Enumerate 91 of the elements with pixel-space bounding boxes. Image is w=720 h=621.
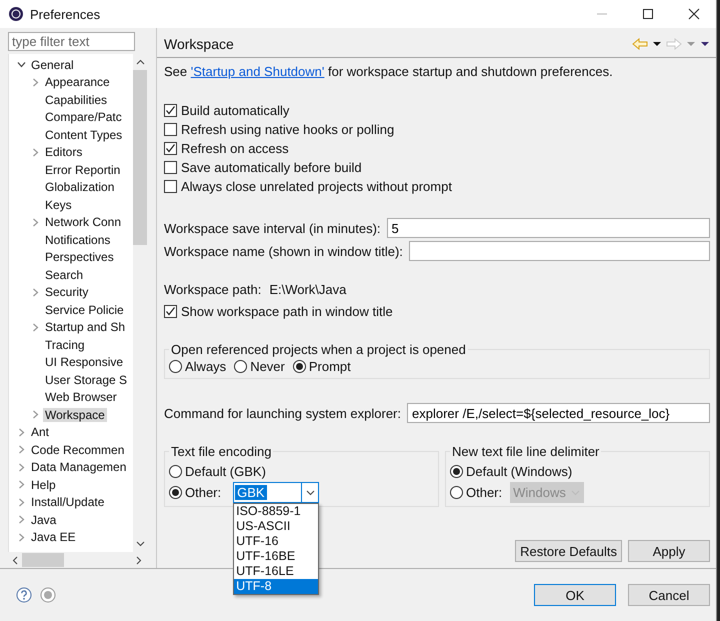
tree-item[interactable]: Security	[43, 285, 90, 300]
radio-label: Default (GBK)	[185, 464, 266, 479]
checkbox-label: Build automatically	[181, 102, 290, 118]
tree-item[interactable]: Keys	[43, 198, 74, 212]
checkbox[interactable]	[164, 180, 177, 192]
help-icon[interactable]	[16, 587, 32, 603]
tree-item[interactable]: Workspace	[43, 408, 107, 422]
radio-button[interactable]	[169, 486, 182, 499]
close-icon[interactable]	[688, 8, 700, 20]
tree-item[interactable]: Service Policie	[43, 302, 126, 317]
field-label: Workspace name (shown in window title):	[164, 244, 403, 258]
tree-item[interactable]: Startup and Sh	[43, 320, 128, 334]
radio-button[interactable]	[169, 465, 182, 478]
group-title: Text file encoding	[169, 444, 274, 459]
dropdown-option[interactable]: UTF-16	[234, 534, 318, 549]
tree-item[interactable]: Data Managemen	[29, 460, 128, 474]
dropdown-option[interactable]: UTF-16LE	[234, 564, 318, 579]
tree-item[interactable]: Install/Update	[29, 495, 106, 510]
filter-field[interactable]: type filter text	[8, 32, 135, 51]
tree-item[interactable]: Compare/Patc	[43, 110, 124, 124]
apply-button[interactable]: Apply	[628, 540, 710, 562]
radio-label: Prompt	[308, 359, 351, 374]
menu-icon[interactable]	[700, 40, 710, 46]
radio-label: Always	[185, 359, 226, 374]
radio-label: Never	[250, 359, 285, 374]
field-label: Workspace save interval (in minutes):	[164, 220, 381, 236]
radio-label: Other:	[185, 485, 222, 500]
startup-link[interactable]: 'Startup and Shutdown'	[190, 64, 324, 79]
checkbox-label: Show workspace path in window title	[181, 304, 393, 318]
radio-button[interactable]	[234, 360, 248, 373]
tree-item[interactable]: Appearance	[43, 75, 112, 90]
tree-item[interactable]: Notifications	[43, 232, 112, 247]
expanded-chevron-icon[interactable]	[15, 60, 27, 70]
radio-button[interactable]	[292, 360, 306, 373]
tree-item[interactable]: Web Browser	[43, 390, 119, 404]
text-field[interactable]	[408, 241, 710, 261]
dropdown-icon[interactable]	[652, 40, 662, 46]
tree-item[interactable]: Network Conn	[43, 215, 124, 230]
checkbox[interactable]	[164, 104, 177, 116]
dropdown-option[interactable]: UTF-16BE	[234, 549, 318, 564]
radio-button[interactable]	[169, 360, 182, 373]
tree-item[interactable]: Tracing	[43, 338, 87, 352]
tree-item[interactable]: Error Reportin	[43, 162, 122, 177]
record-icon[interactable]	[40, 587, 56, 603]
page-title: Workspace	[164, 36, 234, 52]
group-title: New text file line delimiter	[450, 444, 602, 459]
checkbox-label: Refresh using native hooks or polling	[181, 122, 394, 136]
cancel-button[interactable]: Cancel	[628, 584, 710, 606]
scroll-thumb[interactable]	[22, 553, 64, 567]
radio-button[interactable]	[450, 465, 463, 478]
checkbox-label: Refresh on access	[181, 140, 289, 156]
dropdown[interactable]: GBK	[233, 482, 320, 503]
text-field[interactable]: 5	[386, 218, 710, 238]
group-title: Open referenced projects when a project is opened	[169, 342, 468, 357]
tree-item[interactable]: Java	[29, 512, 58, 527]
tree-item[interactable]: Java EE	[29, 530, 78, 544]
dropdown-option[interactable]: ISO-8859-1	[234, 504, 318, 519]
radio-label: Other:	[466, 485, 502, 500]
radio-button[interactable]	[450, 486, 463, 499]
tree-item[interactable]: Perspectives	[43, 250, 116, 264]
tree-item[interactable]: Code Recommen	[29, 442, 126, 457]
dropdown-option[interactable]: US-ASCII	[234, 519, 318, 534]
window-title: Preferences	[30, 6, 100, 22]
path-value: E:\Work\Java	[269, 282, 346, 297]
ok-button[interactable]: OK	[534, 584, 616, 606]
dropdown-option[interactable]: UTF-8	[234, 579, 318, 594]
tree-item[interactable]: Globalization	[43, 180, 116, 194]
maximize-icon[interactable]	[642, 8, 654, 20]
tree-item[interactable]: Editors	[43, 145, 84, 160]
radio-label: Default (Windows)	[466, 464, 572, 479]
tree-item[interactable]: Content Types	[43, 128, 124, 142]
checkbox[interactable]	[164, 122, 177, 136]
tree-item[interactable]: Help	[29, 478, 58, 492]
tree-item[interactable]: Search	[43, 268, 86, 282]
restore-defaults-button[interactable]: Restore Defaults	[515, 540, 622, 562]
checkbox-label: Always close unrelated projects without prompt	[181, 178, 452, 194]
checkbox-label: Save automatically before build	[181, 160, 362, 174]
tree-item[interactable]: UI Responsive	[43, 355, 126, 370]
checkbox[interactable]	[164, 160, 177, 174]
intro-text: See 'Startup and Shutdown' for workspace startup and shutdown preferences.	[164, 64, 614, 80]
tree-item[interactable]: Ant	[29, 425, 52, 440]
field-label: Command for launching system explorer:	[164, 406, 401, 420]
tree-item[interactable]: Capabilities	[43, 92, 110, 107]
text-field[interactable]: explorer /E,/select=${selected_resource_loc}	[407, 403, 710, 423]
checkbox[interactable]	[164, 142, 177, 154]
path-label: Workspace path:	[164, 282, 262, 297]
checkbox[interactable]	[164, 304, 177, 318]
tree-item[interactable]: User Storage S	[43, 372, 130, 387]
scroll-thumb[interactable]	[133, 70, 147, 245]
app-icon	[8, 6, 24, 22]
tree-item[interactable]: General	[29, 58, 76, 72]
